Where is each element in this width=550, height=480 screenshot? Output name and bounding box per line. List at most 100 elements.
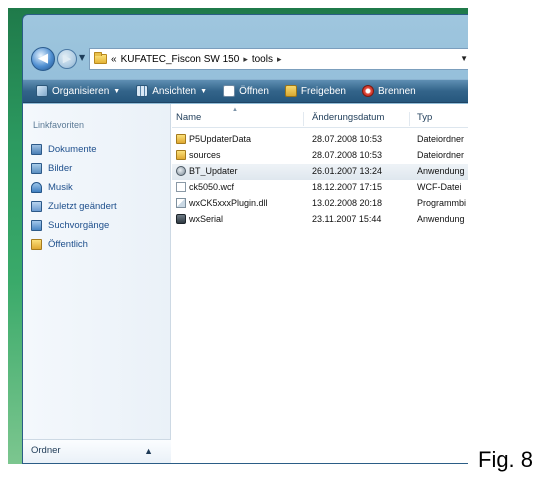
screenshot: ◀ ▶ ▼ « KUFATEC_Fiscon SW 150 ▸ tools ▸ … <box>8 8 468 464</box>
column-header-type[interactable]: Typ <box>413 112 468 126</box>
content-area: Linkfavoriten Dokumente Bilder Musik Zul… <box>23 104 468 463</box>
recent-icon <box>31 201 42 212</box>
file-name: sources <box>189 150 221 160</box>
views-icon <box>136 85 149 97</box>
file-row[interactable]: ck5050.wcf 18.12.2007 17:15 WCF-Datei <box>172 180 468 196</box>
views-label: Ansichten <box>152 85 197 97</box>
folders-label: Ordner <box>31 445 61 456</box>
burn-button[interactable]: Brennen <box>357 81 421 101</box>
favorite-documents[interactable]: Dokumente <box>31 140 117 159</box>
favorite-label: Öffentlich <box>48 239 88 250</box>
organize-icon <box>36 85 48 97</box>
breadcrumb-separator[interactable]: ▸ <box>277 54 282 65</box>
favorite-label: Bilder <box>48 163 73 174</box>
views-button[interactable]: Ansichten ▼ <box>131 81 212 101</box>
open-label: Öffnen <box>239 85 269 97</box>
file-date: 18.12.2007 17:15 <box>312 182 383 192</box>
open-icon <box>223 85 236 97</box>
file-name-cell: ck5050.wcf <box>176 182 306 192</box>
address-row: ◀ ▶ ▼ « KUFATEC_Fiscon SW 150 ▸ tools ▸ … <box>29 45 468 73</box>
favorite-searches[interactable]: Suchvorgänge <box>31 216 117 235</box>
folders-toggle[interactable]: Ordner ▲ <box>23 439 171 463</box>
file-date: 26.01.2007 13:24 <box>312 166 383 176</box>
favorite-label: Suchvorgänge <box>48 220 110 231</box>
share-icon <box>284 85 297 97</box>
address-bar[interactable]: « KUFATEC_Fiscon SW 150 ▸ tools ▸ ▼ <box>89 48 468 70</box>
serial-app-icon <box>176 214 186 224</box>
file-name: P5UpdaterData <box>189 134 252 144</box>
file-name: wxCK5xxxPlugin.dll <box>189 198 268 208</box>
chevron-down-icon: ▼ <box>113 87 121 95</box>
file-row[interactable]: sources 28.07.2008 10:53 Dateiordner <box>172 148 468 164</box>
recent-pages-dropdown[interactable]: ▼ <box>79 53 85 62</box>
file-type: Dateiordner <box>417 134 465 144</box>
file-icon <box>176 182 186 192</box>
breadcrumb-kufatec[interactable]: KUFATEC_Fiscon SW 150 <box>121 54 240 65</box>
file-rows: P5UpdaterData 28.07.2008 10:53 Dateiordn… <box>172 132 468 228</box>
favorite-public[interactable]: Öffentlich <box>31 235 117 254</box>
share-button[interactable]: Freigeben <box>280 81 351 101</box>
column-header-name[interactable]: ▲ Name <box>172 107 304 126</box>
file-name-cell: P5UpdaterData <box>176 134 306 144</box>
file-row[interactable]: wxSerial 23.11.2007 15:44 Anwendung <box>172 212 468 228</box>
file-row-selected[interactable]: BT_Updater 26.01.2007 13:24 Anwendung <box>172 164 468 180</box>
file-type: Anwendung <box>417 214 465 224</box>
navigation-pane: Linkfavoriten Dokumente Bilder Musik Zul… <box>23 104 171 463</box>
favorites-heading: Linkfavoriten <box>33 120 85 130</box>
forward-button[interactable]: ▶ <box>57 49 77 69</box>
file-name-cell: BT_Updater <box>176 166 306 176</box>
file-type: Programmbi <box>417 198 467 208</box>
pictures-icon <box>31 163 42 174</box>
column-headers: ▲ Name Änderungsdatum Typ <box>172 107 468 128</box>
column-label: Name <box>176 112 202 123</box>
folder-icon <box>94 52 107 64</box>
file-date: 28.07.2008 10:53 <box>312 150 383 160</box>
column-header-date[interactable]: Änderungsdatum <box>308 112 410 126</box>
public-folder-icon <box>31 239 42 250</box>
file-name-cell: wxSerial <box>176 214 306 224</box>
file-name: ck5050.wcf <box>189 182 235 192</box>
explorer-window: ◀ ▶ ▼ « KUFATEC_Fiscon SW 150 ▸ tools ▸ … <box>22 14 468 464</box>
command-bar: Organisieren ▼ Ansichten ▼ Öffnen Freige… <box>23 79 468 103</box>
file-name-cell: sources <box>176 150 306 160</box>
file-date: 23.11.2007 15:44 <box>312 214 382 224</box>
file-row[interactable]: wxCK5xxxPlugin.dll 13.02.2008 20:18 Prog… <box>172 196 468 212</box>
favorite-music[interactable]: Musik <box>31 178 117 197</box>
favorite-label: Zuletzt geändert <box>48 201 117 212</box>
dll-icon <box>176 198 186 208</box>
file-type: WCF-Datei <box>417 182 462 192</box>
favorite-recent[interactable]: Zuletzt geändert <box>31 197 117 216</box>
favorite-pictures[interactable]: Bilder <box>31 159 117 178</box>
file-name-cell: wxCK5xxxPlugin.dll <box>176 198 306 208</box>
application-icon <box>176 166 186 176</box>
organize-label: Organisieren <box>52 85 110 97</box>
organize-button[interactable]: Organisieren ▼ <box>31 81 125 101</box>
file-list-pane: ▲ Name Änderungsdatum Typ P5UpdaterData … <box>172 104 468 463</box>
column-label: Änderungsdatum <box>312 112 385 123</box>
share-label: Freigeben <box>300 85 346 97</box>
file-name: BT_Updater <box>189 166 238 176</box>
column-label: Typ <box>417 112 433 123</box>
documents-icon <box>31 144 42 155</box>
chevron-up-icon: ▲ <box>144 446 153 456</box>
figure-caption: Fig. 8 <box>478 447 534 472</box>
music-icon <box>31 182 42 193</box>
breadcrumb-separator[interactable]: ▸ <box>243 54 248 65</box>
favorite-label: Dokumente <box>48 144 97 155</box>
burn-icon <box>361 85 374 97</box>
file-name: wxSerial <box>189 214 224 224</box>
open-button[interactable]: Öffnen <box>218 81 274 101</box>
back-button[interactable]: ◀ <box>31 47 55 71</box>
address-dropdown-icon[interactable]: ▼ <box>460 49 468 69</box>
chevron-down-icon: ▼ <box>200 87 208 95</box>
sort-indicator-icon: ▲ <box>232 107 238 113</box>
breadcrumb-tools[interactable]: tools <box>252 54 273 65</box>
file-type: Dateiordner <box>417 150 465 160</box>
file-type: Anwendung <box>417 166 465 176</box>
address-prefix: « <box>111 53 117 65</box>
file-date: 13.02.2008 20:18 <box>312 198 383 208</box>
file-date: 28.07.2008 10:53 <box>312 134 383 144</box>
file-row[interactable]: P5UpdaterData 28.07.2008 10:53 Dateiordn… <box>172 132 468 148</box>
burn-label: Brennen <box>377 85 416 97</box>
favorite-label: Musik <box>48 182 73 193</box>
